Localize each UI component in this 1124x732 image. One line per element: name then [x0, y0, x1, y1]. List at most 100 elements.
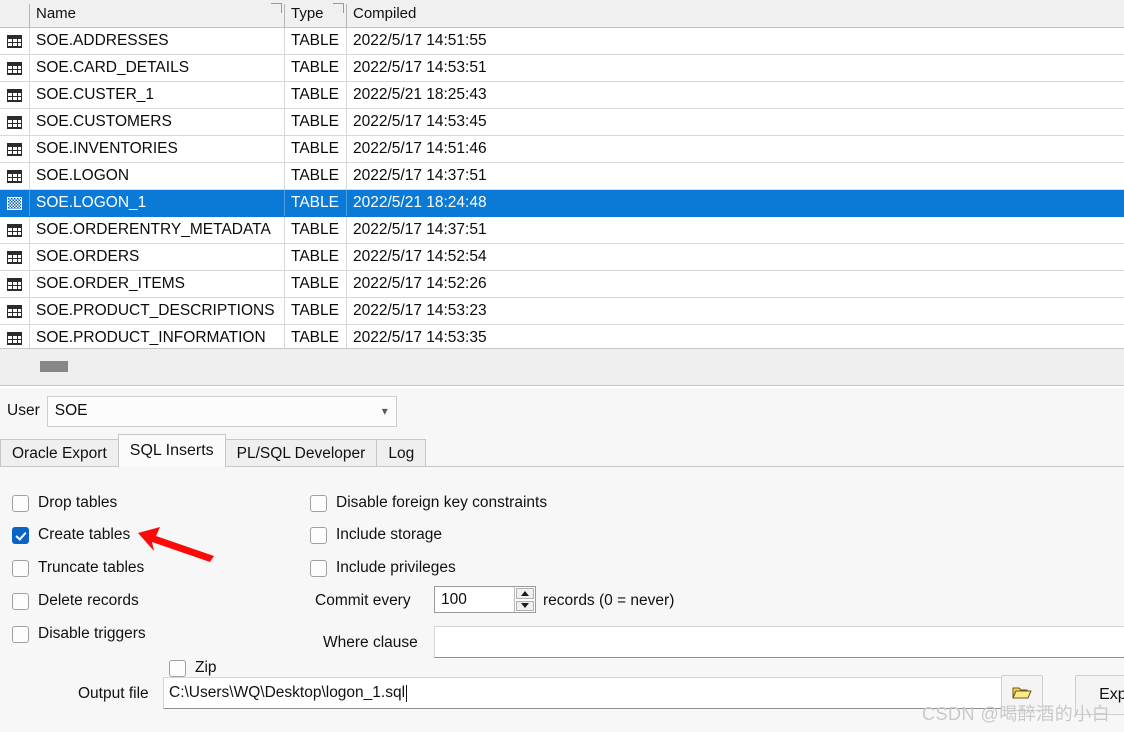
table-row[interactable]: SOE.ADDRESSES TABLE 2022/5/17 14:51:55 — [0, 28, 1124, 55]
table-row[interactable]: SOE.ORDERENTRY_METADATA TABLE 2022/5/17 14… — [0, 217, 1124, 244]
commit-every-spin-buttons[interactable] — [514, 587, 535, 612]
table-icon — [7, 142, 22, 156]
checkbox-disable-foreign-key-constraints[interactable]: Disable foreign key constraints — [310, 494, 547, 512]
row-icon-cell — [0, 82, 30, 108]
grid-column-header-type[interactable]: Type — [285, 0, 347, 27]
grid-column-header-type-label: Type — [291, 5, 324, 22]
table-row[interactable]: SOE.LOGON TABLE 2022/5/17 14:37:51 — [0, 163, 1124, 190]
where-clause-input[interactable] — [434, 626, 1124, 658]
checkbox-box-zip[interactable] — [169, 659, 186, 677]
checkbox-drop-tables[interactable]: Drop tables — [12, 494, 117, 512]
checkbox-box-disable-foreign-key-constraints[interactable] — [310, 494, 327, 512]
tab-label: PL/SQL Developer — [236, 444, 366, 462]
row-icon-cell — [0, 271, 30, 297]
tab-label: Log — [388, 444, 415, 462]
grid-body: SOE.ADDRESSES TABLE 2022/5/17 14:51:55 SOE.… — [0, 28, 1124, 348]
row-compiled-cell: 2022/5/21 18:25:43 — [353, 86, 487, 103]
user-select[interactable]: SOE ▾ — [46, 395, 397, 427]
tab-sql-inserts[interactable]: SQL Inserts — [117, 434, 226, 467]
horizontal-scrollbar[interactable] — [0, 349, 1124, 386]
grid-column-header-name[interactable]: Name — [30, 0, 285, 27]
grid-header-row: Name Type Compiled — [0, 0, 1124, 28]
checkbox-include-privileges[interactable]: Include privileges — [310, 559, 456, 577]
table-icon — [7, 88, 22, 102]
commit-every-stepper[interactable]: 100 — [434, 586, 536, 613]
tab-label: Oracle Export — [12, 444, 107, 462]
checkbox-box-delete-records[interactable] — [12, 592, 29, 610]
row-icon-cell — [0, 109, 30, 135]
checkbox-box-include-storage[interactable] — [310, 526, 327, 544]
table-icon — [7, 304, 22, 318]
table-row[interactable]: SOE.INVENTORIES TABLE 2022/5/17 14:51:46 — [0, 136, 1124, 163]
row-compiled-cell: 2022/5/21 18:24:48 — [353, 194, 487, 211]
grid-column-header-compiled[interactable]: Compiled — [347, 0, 1124, 27]
tab-log[interactable]: Log — [376, 439, 427, 467]
row-type-cell: TABLE — [285, 28, 347, 54]
text-caret — [406, 684, 408, 702]
table-row[interactable]: SOE.CUSTOMERS TABLE 2022/5/17 14:53:45 — [0, 109, 1124, 136]
commit-every-label: Commit every — [315, 592, 411, 609]
row-name-cell: SOE.INVENTORIES — [30, 136, 285, 162]
table-row[interactable]: SOE.ORDER_ITEMS TABLE 2022/5/17 14:52:26 — [0, 271, 1124, 298]
checkbox-box-drop-tables[interactable] — [12, 494, 29, 512]
table-icon — [7, 196, 22, 210]
user-label: User — [7, 402, 40, 419]
row-compiled-cell: 2022/5/17 14:53:45 — [353, 113, 487, 130]
row-compiled-cell: 2022/5/17 14:52:26 — [353, 275, 487, 292]
table-row[interactable]: SOE.ORDERS TABLE 2022/5/17 14:52:54 — [0, 244, 1124, 271]
checkbox-truncate-tables[interactable]: Truncate tables — [12, 559, 144, 577]
table-row[interactable]: SOE.PRODUCT_DESCRIPTIONS TABLE 2022/5/17 1… — [0, 298, 1124, 325]
row-compiled-cell: 2022/5/17 14:53:51 — [353, 59, 487, 76]
tab-oracle-export[interactable]: Oracle Export — [0, 439, 119, 467]
row-compiled-cell: 2022/5/17 14:51:46 — [353, 140, 487, 157]
checkbox-include-storage[interactable]: Include storage — [310, 526, 442, 544]
open-folder-icon — [1012, 687, 1032, 699]
commit-every-value[interactable]: 100 — [435, 587, 514, 612]
output-file-label: Output file — [78, 685, 149, 702]
spin-down-button[interactable] — [516, 600, 534, 611]
checkbox-delete-records[interactable]: Delete records — [12, 592, 139, 610]
tab-label: SQL Inserts — [129, 442, 214, 459]
row-icon-cell — [0, 190, 30, 216]
checkbox-label-zip: Zip — [195, 659, 217, 676]
table-row[interactable]: SOE.CUSTER_1 TABLE 2022/5/21 18:25:43 — [0, 82, 1124, 109]
output-file-input[interactable]: C:\Users\WQ\Desktop\logon_1.sql — [163, 677, 1003, 709]
tab-strip: Oracle Export SQL Inserts PL/SQL Developer… — [0, 434, 1124, 467]
checkbox-box-disable-triggers[interactable] — [12, 625, 29, 643]
table-icon — [7, 277, 22, 291]
triangle-up-icon — [521, 590, 529, 596]
row-compiled-cell: 2022/5/17 14:53:23 — [353, 302, 487, 319]
checkbox-box-truncate-tables[interactable] — [12, 559, 29, 577]
export-tables-window: Name Type Compiled SOE.ADDRESSES TABLE 202… — [0, 0, 1124, 732]
checkbox-label-delete-records: Delete records — [38, 592, 139, 609]
row-icon-cell — [0, 325, 30, 348]
table-row[interactable]: SOE.LOGON_1 TABLE 2022/5/21 18:24:48 — [0, 190, 1124, 217]
tab-pl-sql-developer[interactable]: PL/SQL Developer — [224, 439, 378, 467]
row-name-cell: SOE.ORDERS — [30, 244, 285, 270]
sql-inserts-panel: Drop tables Create tables Truncate table… — [0, 466, 1124, 732]
row-type-cell: TABLE — [285, 271, 347, 297]
table-row[interactable]: SOE.PRODUCT_INFORMATION TABLE 2022/5/17 14… — [0, 325, 1124, 348]
checkbox-disable-triggers[interactable]: Disable triggers — [12, 625, 146, 643]
checkbox-label-truncate-tables: Truncate tables — [38, 559, 145, 576]
checkbox-label-create-tables: Create tables — [38, 526, 131, 543]
row-name-cell: SOE.CUSTOMERS — [30, 109, 285, 135]
checkbox-box-include-privileges[interactable] — [310, 559, 327, 577]
row-name-cell: SOE.PRODUCT_DESCRIPTIONS — [30, 298, 285, 324]
row-icon-cell — [0, 136, 30, 162]
row-compiled-cell: 2022/5/17 14:37:51 — [353, 221, 487, 238]
row-name-cell: SOE.CUSTER_1 — [30, 82, 285, 108]
row-type-cell: TABLE — [285, 298, 347, 324]
checkbox-zip[interactable]: Zip — [169, 659, 217, 677]
horizontal-scrollbar-thumb[interactable] — [40, 361, 68, 372]
checkbox-create-tables[interactable]: Create tables — [12, 526, 130, 544]
row-name-cell: SOE.ORDERENTRY_METADATA — [30, 217, 285, 243]
spin-up-button[interactable] — [516, 588, 534, 599]
row-type-cell: TABLE — [285, 109, 347, 135]
row-name-cell: SOE.ORDER_ITEMS — [30, 271, 285, 297]
checkbox-box-create-tables[interactable] — [12, 526, 29, 544]
grid-column-header-icon[interactable] — [0, 0, 30, 27]
row-icon-cell — [0, 28, 30, 54]
row-type-cell: TABLE — [285, 163, 347, 189]
table-row[interactable]: SOE.CARD_DETAILS TABLE 2022/5/17 14:53:51 — [0, 55, 1124, 82]
